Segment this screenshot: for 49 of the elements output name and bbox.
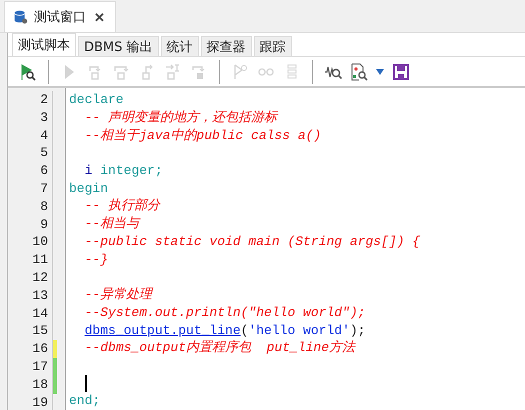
code-line: begin xyxy=(69,180,108,198)
close-button[interactable]: ✕ xyxy=(92,10,107,24)
document-search-icon xyxy=(350,62,368,80)
line-number: 15 xyxy=(31,322,48,340)
database-icon xyxy=(13,8,28,26)
line-number: 8 xyxy=(39,198,48,216)
code-line: i integer; xyxy=(84,162,163,180)
code-line: dbms_output.put_line('hello world'); xyxy=(84,322,366,340)
code-line: --public static void main (String args[]) { xyxy=(84,233,420,251)
code-line: end; xyxy=(69,392,100,410)
toolbar-button[interactable] xyxy=(349,62,369,82)
code-line: --dbms_output内置程序包 put_line方法 xyxy=(84,339,356,358)
line-number: 19 xyxy=(31,394,48,410)
line-number: 16 xyxy=(31,340,48,358)
tab[interactable]: 统计 xyxy=(160,36,199,56)
save-icon xyxy=(392,62,410,80)
tab[interactable]: 测试脚本 xyxy=(12,33,76,56)
tab[interactable]: 跟踪 xyxy=(254,36,292,56)
code-line: --相当于java中的public calss a() xyxy=(84,126,322,144)
line-number: 6 xyxy=(39,162,48,180)
run-to-cursor-icon xyxy=(164,62,182,80)
execute-search-icon xyxy=(19,62,37,80)
code-line: declare xyxy=(69,91,124,109)
toolbar-button[interactable] xyxy=(391,62,411,82)
glasses-icon xyxy=(257,68,275,76)
line-number: 3 xyxy=(39,108,48,127)
code-line: --异常处理 xyxy=(84,286,152,304)
code-line: -- 执行部分 xyxy=(84,197,160,216)
line-number: 17 xyxy=(31,358,48,376)
line-number: 13 xyxy=(31,286,48,305)
line-number: 18 xyxy=(31,376,48,394)
code-line: -- 声明变量的地方，还包括游标 xyxy=(84,108,278,127)
window-tab-title: 测试窗口 xyxy=(34,9,86,26)
line-number: 5 xyxy=(39,144,48,162)
line-number: 14 xyxy=(31,304,48,322)
tab[interactable]: 探查器 xyxy=(200,36,252,56)
code-line: --System.out.println("hello world"); xyxy=(84,304,366,322)
line-number: 2 xyxy=(39,91,48,109)
line-number: 11 xyxy=(31,251,48,269)
line-number: 4 xyxy=(39,126,48,144)
line-number: 10 xyxy=(31,233,48,252)
window-tab[interactable]: 测试窗口 ✕ xyxy=(4,1,116,32)
tab[interactable]: DBMS 输出 xyxy=(78,36,159,56)
code-line: --相当与 xyxy=(84,215,140,234)
line-number: 7 xyxy=(39,180,48,198)
line-number: 9 xyxy=(39,216,48,234)
line-number: 12 xyxy=(31,268,48,287)
code-line: --} xyxy=(84,250,108,269)
caret-icon xyxy=(376,68,384,74)
